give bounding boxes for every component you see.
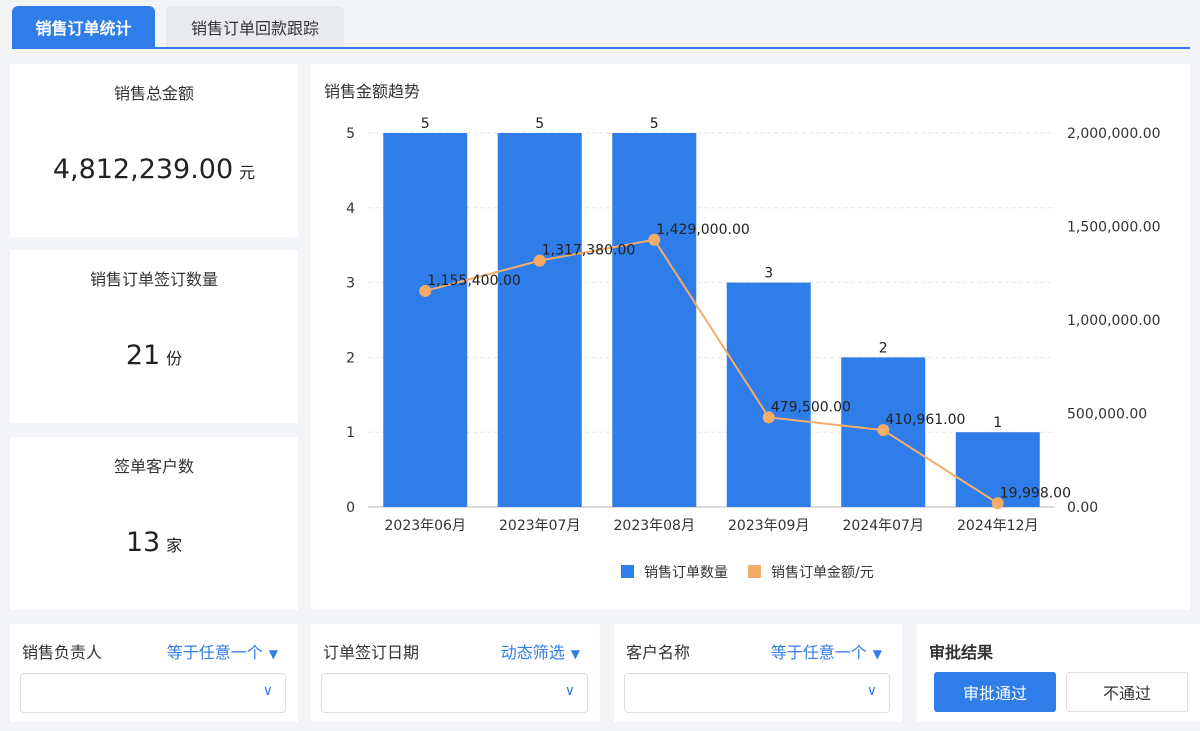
chevron-down-icon: ∨ <box>564 683 575 699</box>
sales-trend-chart: 0 1 2 3 4 5 0.00 500,000.00 1,000,000.00 1,500,00… <box>346 116 1161 581</box>
caret-down-icon: ▼ <box>872 647 882 661</box>
left-axis-tick: 1 <box>346 425 355 441</box>
bar-label: 5 <box>421 116 430 132</box>
x-axis-tick: 2023年06月 <box>385 518 466 534</box>
bar-label: 2 <box>879 340 888 356</box>
kpi-total-amount: 销售总金额 4,812,239.00 元 <box>10 64 298 237</box>
tab-payment-tracking[interactable]: 销售订单回款跟踪 <box>166 6 344 48</box>
legend-bar-label: 销售订单数量 <box>644 565 728 581</box>
bar-label: 5 <box>650 116 659 132</box>
left-axis-tick: 0 <box>346 500 355 516</box>
kpi-order-count: 销售订单签订数量 21 份 <box>10 250 298 423</box>
left-axis-tick: 4 <box>346 201 355 217</box>
filter-select[interactable]: ∨ <box>624 673 890 713</box>
right-axis-tick: 1,000,000.00 <box>1067 313 1161 329</box>
filter-mode-dropdown[interactable]: 等于任意一个 ▼ <box>167 639 278 663</box>
filter-mode-label: 等于任意一个 <box>770 643 867 662</box>
chevron-down-icon: ∨ <box>262 683 273 699</box>
left-axis-tick: 2 <box>346 350 355 366</box>
x-axis-tick: 2024年12月 <box>957 518 1038 534</box>
caret-down-icon: ▼ <box>268 647 278 661</box>
chevron-down-icon: ∨ <box>866 683 877 699</box>
line-label: 19,998.00 <box>1000 485 1071 501</box>
filter-select[interactable]: ∨ <box>20 673 286 713</box>
chart-card: 销售金额趋势 0 1 2 3 4 5 0.00 500,000.00 1,000,000.00 1… <box>311 64 1190 610</box>
x-axis-tick: 2023年08月 <box>614 518 695 534</box>
filter-mode-dropdown[interactable]: 动态筛选 ▼ <box>501 639 580 663</box>
right-axis-tick: 500,000.00 <box>1067 407 1147 423</box>
caret-down-icon: ▼ <box>570 647 580 661</box>
filter-sign-date: 订单签订日期 动态筛选 ▼ ∨ <box>311 624 600 722</box>
filter-customer-name: 客户名称 等于任意一个 ▼ ∨ <box>614 624 902 722</box>
filter-select[interactable]: ∨ <box>321 673 588 713</box>
kpi-title: 销售订单签订数量 <box>89 270 218 289</box>
right-axis-tick: 1,500,000.00 <box>1067 220 1161 236</box>
bar <box>726 282 811 507</box>
bar-label: 1 <box>993 415 1002 431</box>
line-label: 1,155,400.00 <box>427 273 521 289</box>
bar <box>497 133 582 507</box>
kpi-number: 13 <box>125 527 161 558</box>
kpi-title: 签单客户数 <box>113 457 194 476</box>
x-axis-tick: 2023年09月 <box>728 518 809 534</box>
approve-button[interactable]: 审批通过 <box>934 672 1056 712</box>
approval-filter: 审批结果 审批通过 不通过 <box>917 624 1200 722</box>
tab-sales-order-stats[interactable]: 销售订单统计 <box>12 6 155 48</box>
tab-underline <box>12 47 1190 49</box>
kpi-number: 4,812,239.00 <box>52 154 234 185</box>
approval-title: 审批结果 <box>929 643 994 662</box>
legend-bar-swatch <box>621 565 634 578</box>
kpi-unit: 元 <box>239 163 256 182</box>
legend-line-swatch <box>748 565 761 578</box>
kpi-customer-count: 签单客户数 13 家 <box>10 437 298 610</box>
filter-mode-dropdown[interactable]: 等于任意一个 ▼ <box>771 639 882 663</box>
filter-label: 订单签订日期 <box>323 643 420 662</box>
bar-label: 3 <box>764 266 773 282</box>
line-label: 410,961.00 <box>885 412 965 428</box>
filter-mode-label: 动态筛选 <box>500 643 565 662</box>
legend-line-label: 销售订单金额/元 <box>771 565 874 581</box>
filter-mode-label: 等于任意一个 <box>166 643 263 662</box>
kpi-value: 21 份 <box>10 340 298 371</box>
filter-label: 客户名称 <box>626 643 691 662</box>
left-axis-tick: 3 <box>346 276 355 292</box>
left-axis-tick: 5 <box>346 126 355 142</box>
line-label: 1,317,380.00 <box>542 243 636 259</box>
reject-button[interactable]: 不通过 <box>1066 672 1188 712</box>
filter-sales-owner: 销售负责人 等于任意一个 ▼ ∨ <box>10 624 298 722</box>
kpi-value: 4,812,239.00 元 <box>10 154 298 185</box>
right-axis-tick: 2,000,000.00 <box>1067 126 1161 142</box>
bar-label: 5 <box>535 116 544 132</box>
kpi-unit: 家 <box>166 536 183 555</box>
x-axis-tick: 2023年07月 <box>499 518 580 534</box>
kpi-value: 13 家 <box>10 527 298 558</box>
kpi-unit: 份 <box>166 349 183 368</box>
kpi-number: 21 <box>125 340 161 371</box>
bar <box>383 133 468 507</box>
bar <box>612 133 697 507</box>
line-label: 1,429,000.00 <box>656 222 750 238</box>
filter-label: 销售负责人 <box>22 643 103 662</box>
right-axis-tick: 0.00 <box>1067 500 1098 516</box>
kpi-title: 销售总金额 <box>113 84 194 103</box>
line-label: 479,500.00 <box>771 399 851 415</box>
x-axis-tick: 2024年07月 <box>843 518 924 534</box>
